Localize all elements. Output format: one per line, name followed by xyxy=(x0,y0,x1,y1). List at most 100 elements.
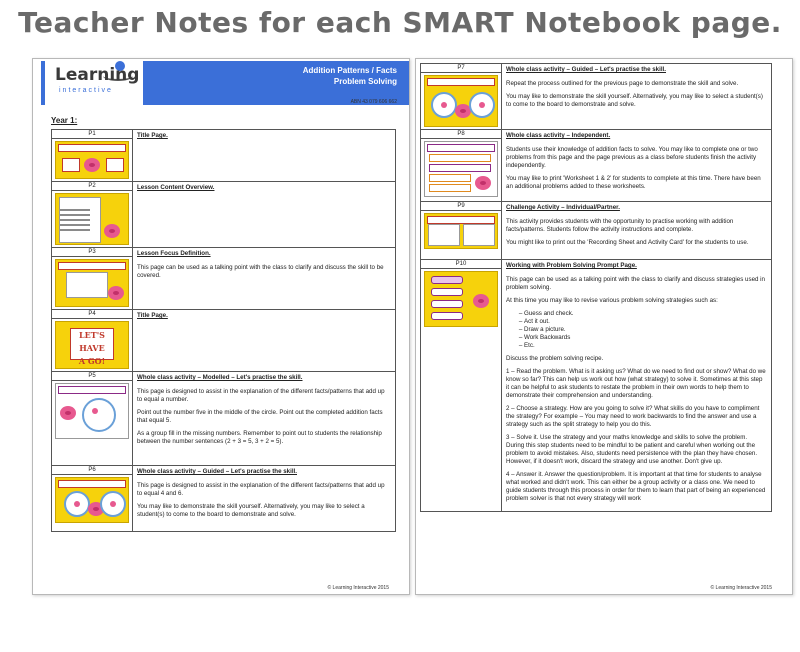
slide-thumbnail xyxy=(55,259,129,307)
row-description: Whole class activity – Guided – Let's pr… xyxy=(502,64,771,127)
slide-thumbnail: LET'S HAVE A GO! xyxy=(55,321,129,369)
prompt-pill xyxy=(431,276,463,284)
row-heading: Title Page. xyxy=(137,312,168,319)
table-row: P4 LET'S HAVE A GO! Title Page. xyxy=(51,309,396,372)
thumb-title-bar xyxy=(58,144,126,152)
table-row: P5 Whole class activity – Modelled – Let… xyxy=(51,371,396,466)
table-row: P3 Lesson Focus Definition. This page ca… xyxy=(51,247,396,310)
pig-mascot-icon xyxy=(84,158,100,172)
thumb-title-bar xyxy=(58,386,126,394)
row-heading: Challenge Activity – Individual/Partner. xyxy=(506,204,620,211)
list-item: Draw a picture. xyxy=(524,326,767,334)
slide-thumbnail xyxy=(424,141,498,197)
row-paragraph: 1 – Read the problem. What is it asking … xyxy=(506,368,766,399)
slide-thumbnail xyxy=(55,193,129,245)
row-description: Lesson Focus Definition. This page can b… xyxy=(133,248,395,307)
banner-band: Addition Patterns / Facts Problem Solvin… xyxy=(143,61,409,105)
pig-mascot-icon xyxy=(104,224,120,238)
table-row: P7 Whole class activity – Guided – Let's… xyxy=(420,63,772,130)
row-paragraph: 2 – Choose a strategy. How are you going… xyxy=(506,405,760,428)
table-row: P10 Working with Problem Solving Prompt … xyxy=(420,259,772,512)
row-paragraph: Students use their knowledge of addition… xyxy=(506,146,758,169)
table-row: P8 Whole class activity – Independent. S… xyxy=(420,129,772,202)
row-description: Whole class activity – Guided – Let's pr… xyxy=(133,466,395,531)
thumb-text-lines xyxy=(60,206,90,234)
thumb-title-bar xyxy=(58,262,126,270)
thumb-title-bar xyxy=(427,78,495,86)
table-row: P2 Lesson Content Overview. xyxy=(51,181,396,248)
banner-title-line2: Problem Solving xyxy=(333,77,397,86)
prompt-pill xyxy=(431,312,463,320)
logo-subtitle: interactive xyxy=(59,87,113,94)
number-wheel-icon xyxy=(469,92,495,118)
thumb-answer-row xyxy=(429,154,491,162)
year-label: Year 1: xyxy=(51,116,78,125)
slide-thumbnail xyxy=(424,213,498,249)
page-number: P8 xyxy=(421,130,501,139)
prompt-pill xyxy=(431,288,463,296)
row-paragraph: This page can be used as a talking point… xyxy=(506,276,765,291)
list-item: Work Backwards xyxy=(524,334,767,342)
thumb-panel xyxy=(66,272,108,298)
row-description: Whole class activity – Independent. Stud… xyxy=(502,130,771,201)
thumb-answer-row xyxy=(429,184,471,192)
abn-number: ABN 43 079 606 662 xyxy=(350,99,397,105)
banner-title-line1: Addition Patterns / Facts xyxy=(302,66,397,75)
thumb-sign: LET'S HAVE A GO! xyxy=(70,328,114,366)
pig-mascot-icon xyxy=(473,294,489,308)
slide-thumbnail xyxy=(424,271,498,327)
thumb-title-bar xyxy=(427,216,495,224)
row-paragraph: You may like to demonstrate the skill yo… xyxy=(506,93,763,108)
slide-thumbnail xyxy=(55,141,129,179)
list-item: Etc. xyxy=(524,342,767,350)
row-heading: Whole class activity – Guided – Let's pr… xyxy=(506,66,666,73)
notes-page-right: P7 Whole class activity – Guided – Let's… xyxy=(415,58,793,595)
notes-table-left: P1 Title Page. P2 Lesson Content Overvie… xyxy=(51,129,396,532)
row-paragraph: This page can be used as a talking point… xyxy=(137,264,384,279)
thumb-answer-row xyxy=(429,164,491,172)
row-paragraph: Discuss the problem solving recipe. xyxy=(506,355,604,362)
pig-mascot-icon xyxy=(475,176,491,190)
page-number: P2 xyxy=(52,182,132,191)
row-description: Lesson Content Overview. xyxy=(133,182,395,245)
banner-title: Addition Patterns / Facts Problem Solvin… xyxy=(303,65,397,87)
row-paragraph: 4 – Answer it. Answer the question/probl… xyxy=(506,471,766,502)
copyright-footer: © Learning Interactive 2015 xyxy=(327,585,389,591)
row-paragraph: 3 – Solve it. Use the strategy and your … xyxy=(506,434,758,465)
row-description: Working with Problem Solving Prompt Page… xyxy=(502,260,771,511)
page-number: P4 xyxy=(52,310,132,319)
page-number: P7 xyxy=(421,64,501,73)
number-wheel-icon xyxy=(100,491,126,517)
table-row: P6 Whole class activity – Guided – Let's… xyxy=(51,465,396,532)
table-row: P1 Title Page. xyxy=(51,129,396,182)
slide-thumbnail xyxy=(55,477,129,523)
page-number: P9 xyxy=(421,202,501,211)
table-row: P9 Challenge Activity – Individual/Partn… xyxy=(420,201,772,260)
row-description: Title Page. xyxy=(133,130,395,179)
row-paragraph: You may like to demonstrate the skill yo… xyxy=(137,503,365,518)
row-heading: Whole class activity – Guided – Let's pr… xyxy=(137,468,297,475)
pig-mascot-icon xyxy=(108,286,124,300)
row-paragraph: This page is designed to assist in the e… xyxy=(137,388,385,403)
row-paragraph: This activity provides students with the… xyxy=(506,218,734,233)
pig-mascot-icon xyxy=(60,406,76,420)
logo-name: Learning xyxy=(55,65,140,85)
copyright-footer: © Learning Interactive 2015 xyxy=(710,585,772,591)
row-description: Challenge Activity – Individual/Partner.… xyxy=(502,202,771,259)
row-heading: Whole class activity – Modelled – Let's … xyxy=(137,374,303,381)
page-number: P5 xyxy=(52,372,132,381)
row-paragraph: As a group fill in the missing numbers. … xyxy=(137,430,382,445)
prompt-pill xyxy=(431,300,463,308)
thumb-panel xyxy=(428,224,460,246)
row-heading: Title Page. xyxy=(137,132,168,139)
slide-thumbnail xyxy=(424,75,498,127)
row-paragraph: You may like to print 'Worksheet 1 & 2' … xyxy=(506,175,761,190)
thumb-box xyxy=(62,158,80,172)
learning-interactive-logo: Learning interactive xyxy=(41,61,147,105)
page-number: P1 xyxy=(52,130,132,139)
row-description: Title Page. xyxy=(133,310,395,369)
row-paragraph: Repeat the process outlined for the prev… xyxy=(506,80,739,87)
thumb-sign-line1: LET'S HAVE xyxy=(79,330,105,353)
number-wheel-icon xyxy=(82,398,116,432)
thumb-title-bar xyxy=(427,144,495,152)
